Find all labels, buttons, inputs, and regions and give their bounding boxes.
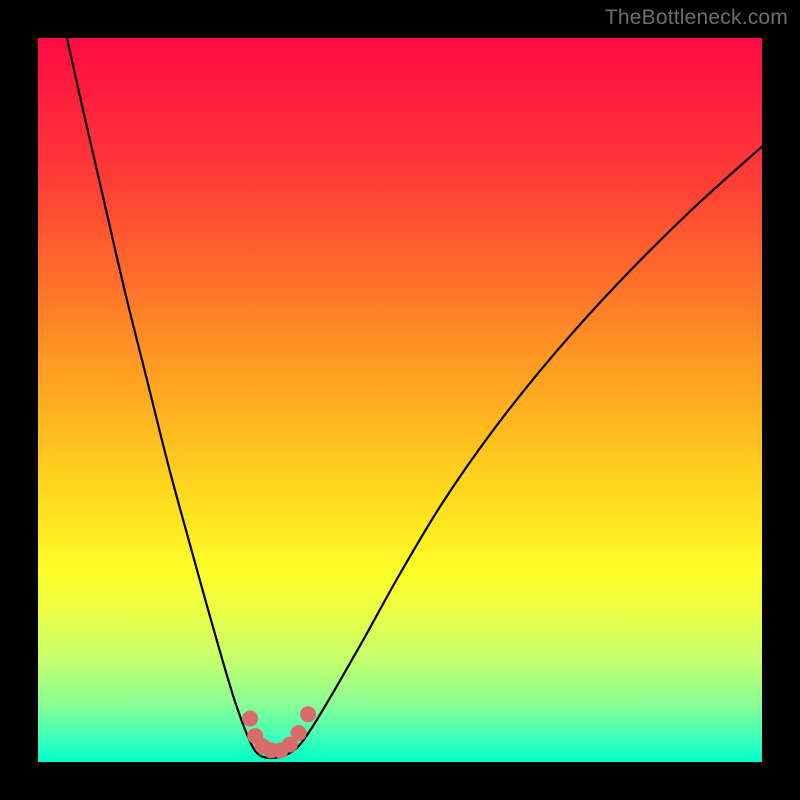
chart-frame: TheBottleneck.com	[0, 0, 800, 800]
valley-marker	[300, 706, 316, 722]
curve-svg	[38, 38, 762, 762]
valley-marker	[242, 711, 258, 727]
bottleneck-curve	[67, 38, 762, 758]
valley-marker	[291, 725, 307, 741]
watermark-text: TheBottleneck.com	[605, 6, 788, 30]
plot-area	[38, 38, 762, 762]
valley-markers	[242, 706, 316, 758]
